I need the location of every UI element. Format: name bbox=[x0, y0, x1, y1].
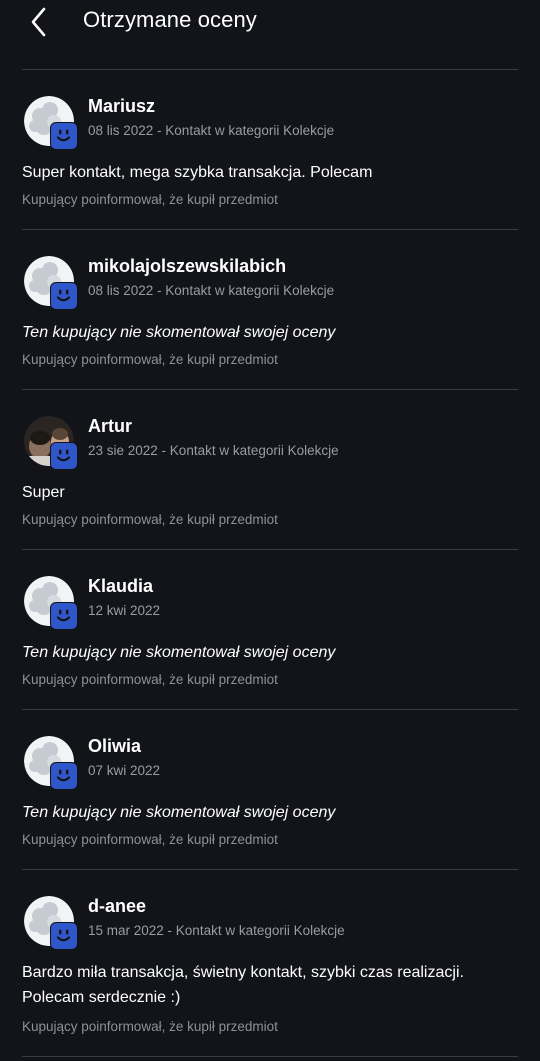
review-item: Klaudia 12 kwi 2022 Ten kupujący nie sko… bbox=[22, 550, 518, 709]
divider bbox=[22, 1056, 518, 1057]
avatar[interactable] bbox=[24, 416, 80, 472]
avatar[interactable] bbox=[24, 576, 80, 632]
avatar[interactable] bbox=[24, 736, 80, 792]
review-username[interactable]: mikolajolszewskilabich bbox=[88, 256, 286, 277]
review-item: mikolajolszewskilabich 08 lis 2022 - Kon… bbox=[22, 230, 518, 389]
avatar[interactable] bbox=[24, 96, 80, 152]
review-username[interactable]: Artur bbox=[88, 416, 132, 437]
review-meta: 07 kwi 2022 bbox=[88, 763, 161, 778]
avatar[interactable] bbox=[24, 896, 80, 952]
buyer-note: Kupujący poinformował, że kupił przedmio… bbox=[22, 192, 278, 207]
smile-badge-icon bbox=[50, 762, 78, 790]
review-item: Mariusz 08 lis 2022 - Kontakt w kategori… bbox=[22, 70, 518, 229]
review-meta: 08 lis 2022 - Kontakt w kategorii Kolekc… bbox=[88, 123, 335, 138]
review-comment: Bardzo miła transakcja, świetny kontakt,… bbox=[22, 964, 464, 1006]
chevron-left-icon bbox=[31, 7, 46, 37]
review-username[interactable]: Mariusz bbox=[88, 96, 155, 117]
review-meta: 23 sie 2022 - Kontakt w kategorii Kolekc… bbox=[88, 443, 339, 458]
review-comment: Super kontakt, mega szybka transakcja. P… bbox=[22, 164, 373, 181]
buyer-note: Kupujący poinformował, że kupił przedmio… bbox=[22, 512, 278, 527]
review-meta: 08 lis 2022 - Kontakt w kategorii Kolekc… bbox=[88, 283, 335, 298]
reviews-list: Mariusz 08 lis 2022 - Kontakt w kategori… bbox=[22, 69, 518, 1057]
avatar[interactable] bbox=[24, 256, 80, 312]
buyer-note: Kupujący poinformował, że kupił przedmio… bbox=[22, 352, 278, 367]
review-username[interactable]: Klaudia bbox=[88, 576, 153, 597]
review-comment: Ten kupujący nie skomentował swojej ocen… bbox=[22, 644, 336, 661]
smile-badge-icon bbox=[50, 282, 78, 310]
page-title: Otrzymane oceny bbox=[83, 7, 257, 32]
review-comment: Ten kupujący nie skomentował swojej ocen… bbox=[22, 324, 336, 341]
smile-badge-icon bbox=[50, 602, 78, 630]
review-meta: 15 mar 2022 - Kontakt w kategorii Kolekc… bbox=[88, 923, 345, 938]
smile-badge-icon bbox=[50, 922, 78, 950]
back-button[interactable] bbox=[22, 4, 56, 40]
review-username[interactable]: d-anee bbox=[88, 896, 146, 917]
review-comment: Ten kupujący nie skomentował swojej ocen… bbox=[22, 804, 336, 821]
smile-badge-icon bbox=[50, 122, 78, 150]
buyer-note: Kupujący poinformował, że kupił przedmio… bbox=[22, 1019, 278, 1034]
review-item: Oliwia 07 kwi 2022 Ten kupujący nie skom… bbox=[22, 710, 518, 869]
review-meta: 12 kwi 2022 bbox=[88, 603, 161, 618]
buyer-note: Kupujący poinformował, że kupił przedmio… bbox=[22, 672, 278, 687]
review-comment: Super bbox=[22, 484, 65, 501]
smile-badge-icon bbox=[50, 442, 78, 470]
buyer-note: Kupujący poinformował, że kupił przedmio… bbox=[22, 832, 278, 847]
review-item: d-anee 15 mar 2022 - Kontakt w kategorii… bbox=[22, 870, 518, 1056]
review-username[interactable]: Oliwia bbox=[88, 736, 141, 757]
app-header: Otrzymane oceny bbox=[0, 0, 540, 44]
review-item: Artur 23 sie 2022 - Kontakt w kategorii … bbox=[22, 390, 518, 549]
